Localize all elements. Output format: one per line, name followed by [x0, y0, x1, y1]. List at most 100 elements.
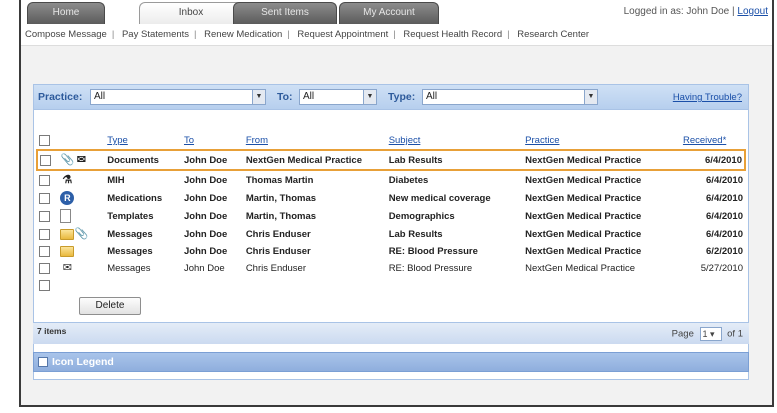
having-trouble-link[interactable]: Having Trouble? [673, 92, 742, 103]
cell-practice: NextGen Medical Practice [525, 192, 642, 204]
cell-from: Chris Enduser [245, 228, 311, 240]
cell-subject[interactable]: Demographics [387, 207, 523, 225]
row-checkbox[interactable] [39, 174, 50, 186]
cell-to: John Doe [183, 210, 228, 222]
table-row[interactable]: R Medications John Doe Martin, Thomas Ne… [37, 189, 745, 207]
pill-icon: ⚗ [62, 174, 73, 187]
pager: Page 1 ▾ of 1 [672, 327, 743, 341]
practice-filter-label: Practice: [38, 91, 83, 103]
subnav-request-appointment[interactable]: Request Appointment [297, 29, 388, 40]
column-header-subject[interactable]: Subject [387, 132, 523, 150]
cell-to: John Doe [183, 228, 228, 240]
login-text: Logged in as: John Doe | [623, 6, 735, 17]
table-row[interactable]: ✉ Messages John Doe Chris Enduser RE: Bl… [37, 259, 745, 277]
item-count: 7 items [37, 326, 67, 336]
row-icon-cell: R [58, 189, 105, 207]
top-tab-bar: Home Inbox Sent Items My Account Logged … [21, 0, 772, 24]
cell-subject[interactable]: RE: Blood Pressure [387, 243, 523, 259]
expand-icon[interactable] [38, 357, 48, 367]
row-icon-cell: 📎 ✉ [58, 149, 106, 172]
column-header-received[interactable]: Received* [681, 132, 745, 150]
select-all-checkbox[interactable] [39, 135, 50, 146]
medication-icon: R [60, 191, 75, 206]
cell-from: Martin, Thomas [245, 210, 317, 222]
tab-home[interactable]: Home [27, 2, 105, 24]
to-filter-value: All [303, 91, 315, 102]
tab-sent-items[interactable]: Sent Items [233, 2, 337, 24]
cell-practice: NextGen Medical Practice [525, 210, 642, 222]
row-icon-cell: ⚗ [58, 170, 105, 189]
cell-from: Chris Enduser [245, 262, 307, 274]
cell-from: NextGen Medical Practice [243, 149, 387, 172]
cell-practice: NextGen Medical Practice [523, 149, 681, 172]
row-icon-cell [58, 207, 105, 225]
row-checkbox[interactable] [39, 262, 50, 274]
cell-subject[interactable]: Lab Results [386, 149, 524, 172]
column-header-to[interactable]: To [182, 132, 244, 150]
cell-type: Messages [107, 245, 153, 257]
table-row[interactable]: 📎 Messages John Doe Chris Enduser Lab Re… [37, 225, 745, 243]
chevron-down-icon: ▼ [252, 90, 265, 104]
type-filter-label: Type: [388, 91, 416, 103]
logout-link[interactable]: Logout [737, 6, 768, 17]
type-filter-value: All [426, 91, 438, 102]
page-total: of 1 [727, 328, 743, 340]
row-checkbox-cell [37, 277, 58, 293]
template-icon [60, 209, 72, 224]
attachment-icon: 📎 [74, 228, 89, 241]
cell-from: Chris Enduser [245, 245, 311, 257]
delete-button[interactable]: Delete [79, 297, 141, 315]
cell-subject[interactable]: New medical coverage [387, 189, 523, 207]
column-header-practice[interactable]: Practice [523, 132, 681, 150]
cell-type: MIH [107, 174, 125, 186]
cell-received: 6/4/2010 [706, 228, 743, 240]
icon-legend-bar[interactable]: Icon Legend [33, 352, 749, 372]
type-filter-select[interactable]: All ▼ [422, 89, 598, 105]
subnav-research-center[interactable]: Research Center [517, 29, 589, 40]
cell-received: 6/2/2010 [706, 245, 743, 257]
tab-my-account[interactable]: My Account [339, 2, 439, 24]
cell-to: John Doe [181, 149, 244, 172]
chevron-down-icon: ▼ [584, 90, 597, 104]
cell-received: 6/4/2010 [680, 149, 747, 172]
to-filter-select[interactable]: All ▼ [299, 89, 377, 105]
practice-filter-value: All [94, 91, 106, 102]
row-checkbox[interactable] [39, 192, 50, 204]
cell-type: Medications [107, 192, 163, 204]
subnav-renew-medication[interactable]: Renew Medication [204, 29, 282, 40]
app-frame: Home Inbox Sent Items My Account Logged … [19, 0, 774, 407]
page-select[interactable]: 1 ▾ [699, 327, 722, 341]
cell-subject[interactable]: RE: Blood Pressure [387, 259, 523, 277]
cell-to: John Doe [183, 262, 225, 274]
subnav-compose-message[interactable]: Compose Message [25, 29, 107, 40]
table-row[interactable]: Messages John Doe Chris Enduser RE: Bloo… [37, 243, 745, 259]
practice-filter-select[interactable]: All ▼ [90, 89, 266, 105]
subnav-pay-statements[interactable]: Pay Statements [122, 29, 189, 40]
cell-subject[interactable]: Lab Results [387, 225, 523, 243]
row-icon-cell [58, 243, 105, 259]
attachment-icon: 📎 [60, 154, 75, 167]
table-row[interactable]: ⚗ MIH John Doe Thomas Martin Diabetes Ne… [37, 170, 745, 189]
page-value: 1 [702, 329, 708, 339]
icon-legend-label: Icon Legend [52, 356, 114, 368]
chevron-down-icon: ▼ [363, 90, 376, 104]
row-checkbox[interactable] [39, 245, 50, 257]
envelope-icon: ✉ [76, 154, 86, 167]
cell-from: Thomas Martin [245, 174, 314, 186]
cell-type: Templates [107, 210, 154, 222]
table-row[interactable]: Templates John Doe Martin, Thomas Demogr… [37, 207, 745, 225]
column-header-from[interactable]: From [244, 132, 387, 150]
tab-inbox[interactable]: Inbox [139, 2, 243, 24]
icon-header [58, 132, 105, 150]
cell-subject[interactable]: Diabetes [387, 170, 523, 189]
bulk-select-checkbox[interactable] [39, 279, 50, 291]
column-header-type[interactable]: Type [105, 132, 182, 150]
row-checkbox[interactable] [39, 228, 50, 240]
cell-received: 5/27/2010 [700, 262, 743, 274]
table-row[interactable]: 📎 ✉ Documents John Doe NextGen Medical Pr… [35, 149, 747, 172]
row-checkbox[interactable] [39, 210, 50, 222]
subnav-request-health-record[interactable]: Request Health Record [403, 29, 502, 40]
cell-practice: NextGen Medical Practice [525, 262, 635, 274]
row-checkbox[interactable] [40, 154, 51, 166]
row-icon-cell: ✉ [58, 259, 105, 277]
